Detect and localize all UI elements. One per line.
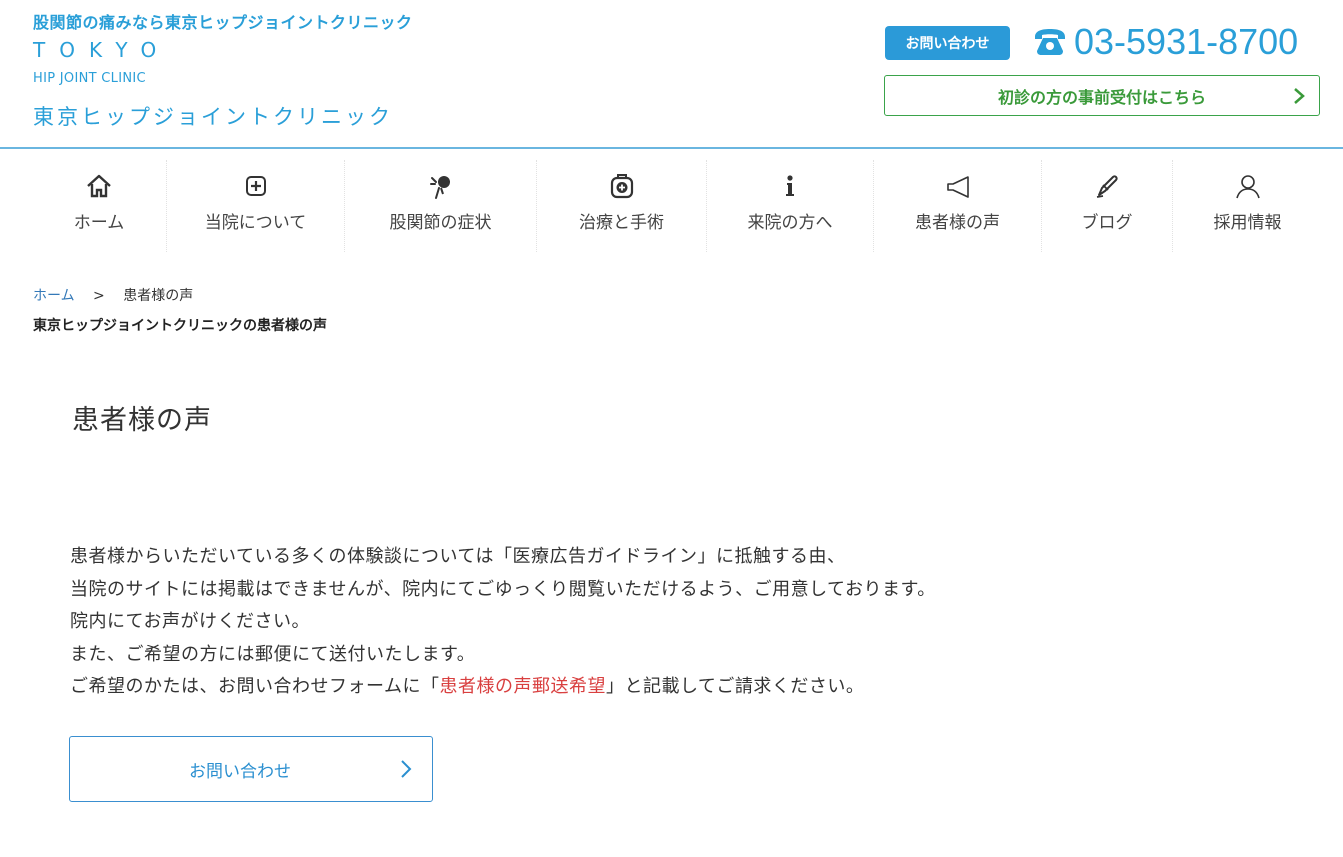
page-title: 患者様の声 [72,405,212,436]
body-line: また、ご希望の方には郵便にて送付いたします。 [70,643,476,665]
medical-bag-icon [610,174,633,199]
nav-item-home[interactable]: ホーム [32,160,167,252]
header-divider [0,147,1343,149]
home-icon [87,174,111,198]
nav-label: 採用情報 [1213,213,1282,233]
nav-label: 当院について [204,213,307,233]
global-nav: ホーム 当院について 股関節の症状 治療と手術 来院の方へ 患者様の声 ブログ … [32,160,1322,252]
phone-link[interactable]: 03-5931-8700 [1032,21,1299,62]
plus-square-icon [245,176,266,196]
nav-item-visit-info[interactable]: 来院の方へ [707,160,874,252]
highlight-request-keyword: 患者様の声郵送希望 [439,676,606,697]
logo-subtitle[interactable]: HIP JOINT CLINIC [33,71,146,86]
nav-item-treatment[interactable]: 治療と手術 [537,160,707,252]
nav-item-patient-voices[interactable]: 患者様の声 [874,160,1042,252]
phone-number: 03-5931-8700 [1074,21,1299,62]
phone-icon [1035,29,1065,55]
header-contact-button[interactable]: お問い合わせ [885,26,1010,60]
info-icon [786,175,794,196]
nav-item-recruit[interactable]: 採用情報 [1173,160,1322,252]
page-body: 患者様からいただいている多くの体験談については「医療広告ガイドライン」に抵触する… [70,541,936,704]
pen-icon [1096,175,1118,198]
megaphone-icon [946,176,969,198]
logo-tokyo[interactable]: TOKYO [33,38,170,62]
nav-label: ホーム [73,213,125,233]
clinic-name[interactable]: 東京ヒップジョイントクリニック [33,101,393,131]
contact-cta-button[interactable]: お問い合わせ [69,736,433,802]
nav-label: 治療と手術 [579,213,664,233]
breadcrumb-separator: > [93,288,105,304]
cta-label: お問い合わせ [189,761,291,782]
first-visit-reservation-button[interactable]: 初診の方の事前受付はこちら [884,75,1320,116]
nav-label: 来院の方へ [747,213,833,233]
body-line: 患者様からいただいている多くの体験談については「医療広告ガイドライン」に抵触する… [70,546,846,567]
breadcrumb-current: 患者様の声 [123,288,194,304]
nav-item-about[interactable]: 当院について [167,160,345,252]
page-subtitle: 東京ヒップジョイントクリニックの患者様の声 [33,318,327,334]
user-icon [1235,175,1260,199]
nav-label: ブログ [1081,213,1133,233]
breadcrumb: ホーム > 患者様の声 [33,285,193,305]
body-line: 当院のサイトには掲載はできませんが、院内にてごゆっくり閲覧いただけるよう、ご用意… [70,578,936,600]
body-line-request: ご希望のかたは、お問い合わせフォームに「患者様の声郵送希望」と記載してご請求くだ… [70,671,936,704]
joint-icon [429,176,450,199]
breadcrumb-home-link[interactable]: ホーム [33,288,75,304]
nav-item-blog[interactable]: ブログ [1042,160,1173,252]
nav-label: 股関節の症状 [389,213,492,233]
nav-label: 患者様の声 [915,213,1000,233]
body-line: 院内にてお声がけください。 [70,611,310,632]
reservation-label: 初診の方の事前受付はこちら [997,87,1206,107]
body-text-segment: 」と記載してご請求ください。 [605,676,865,697]
body-text-segment: ご希望のかたは、お問い合わせフォームに「 [70,676,440,697]
site-tagline: 股関節の痛みなら東京ヒップジョイントクリニック [33,13,413,32]
nav-item-symptoms[interactable]: 股関節の症状 [345,160,537,252]
chevron-right-icon [380,743,432,795]
chevron-right-icon [1279,76,1319,116]
